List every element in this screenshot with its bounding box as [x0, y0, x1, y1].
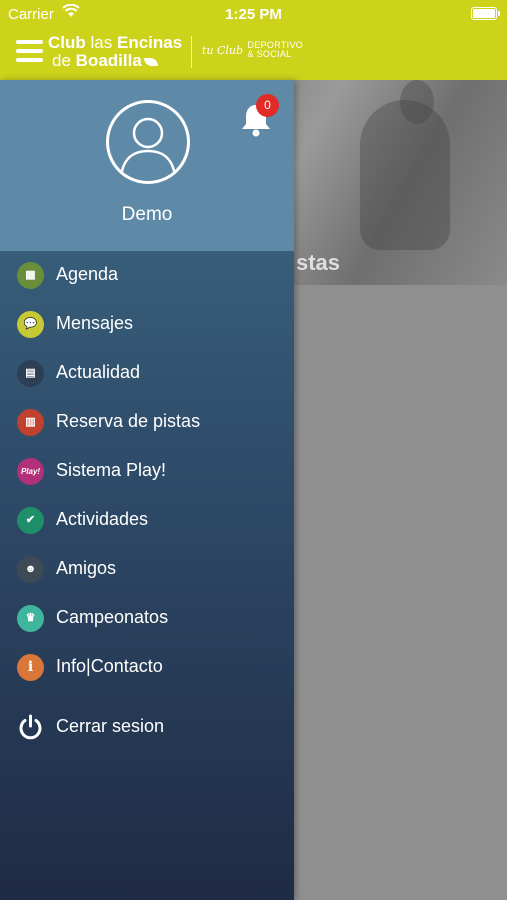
- logout-button[interactable]: Cerrar sesion: [0, 703, 294, 752]
- news-icon: ▤: [17, 360, 44, 387]
- menu-item-label: Amigos: [56, 558, 117, 578]
- side-drawer: Demo 0 ▦ Agenda 💬 Mensajes ▤ Actualidad …: [0, 80, 294, 900]
- menu-item-label: Info|Contacto: [56, 656, 163, 676]
- status-bar: Carrier 1:25 PM: [0, 0, 507, 28]
- drawer-header: Demo 0: [0, 80, 294, 251]
- background-hero-title: stas: [296, 250, 341, 275]
- menu-item-label: Mensajes: [56, 313, 134, 333]
- battery-icon: [471, 7, 500, 20]
- menu-item-reserva-pistas[interactable]: ▥ Reserva de pistas: [0, 398, 294, 447]
- menu-item-agenda[interactable]: ▦ Agenda: [0, 251, 294, 300]
- user-name: Demo: [121, 204, 173, 225]
- trophy-icon: ♛: [17, 605, 44, 632]
- heart-check-icon: ✔: [17, 507, 44, 534]
- menu-item-actualidad[interactable]: ▤ Actualidad: [0, 349, 294, 398]
- leaf-icon: [143, 57, 158, 66]
- menu-item-mensajes[interactable]: 💬 Mensajes: [0, 300, 294, 349]
- court-icon: ▥: [17, 409, 44, 436]
- menu-item-actividades[interactable]: ✔ Actividades: [0, 496, 294, 545]
- avatar[interactable]: [106, 100, 190, 184]
- calendar-icon: ▦: [17, 262, 44, 289]
- menu-item-amigos[interactable]: ☻ Amigos: [0, 545, 294, 594]
- menu-item-campeonatos[interactable]: ♛ Campeonatos: [0, 594, 294, 643]
- top-bar: Carrier 1:25 PM Club las Encinas de Boad…: [0, 0, 507, 80]
- info-icon: i: [17, 654, 44, 681]
- menu-item-info-contacto[interactable]: i Info|Contacto: [0, 643, 294, 692]
- menu-item-sistema-play[interactable]: Play! Sistema Play!: [0, 447, 294, 496]
- notification-badge: 0: [256, 94, 279, 117]
- club-tagline: tu Club DEPORTIVO & SOCIAL: [202, 40, 304, 59]
- menu-icon[interactable]: [16, 40, 43, 62]
- menu-item-label: Actualidad: [56, 362, 141, 382]
- menu-item-label: Reserva de pistas: [56, 411, 201, 431]
- club-logo: Club las Encinas de Boadilla: [48, 33, 183, 70]
- power-icon: [17, 714, 44, 741]
- menu-item-label: Campeonatos: [56, 607, 169, 627]
- menu-item-label: Agenda: [56, 264, 119, 284]
- menu-item-label: Actividades: [56, 509, 149, 529]
- logout-label: Cerrar sesion: [56, 716, 165, 736]
- play-icon: Play!: [17, 458, 44, 485]
- logo-divider: [191, 36, 192, 68]
- chat-icon: 💬: [17, 311, 44, 338]
- clock: 1:25 PM: [225, 6, 282, 23]
- friends-icon: ☻: [17, 556, 44, 583]
- menu-item-label: Sistema Play!: [56, 460, 167, 480]
